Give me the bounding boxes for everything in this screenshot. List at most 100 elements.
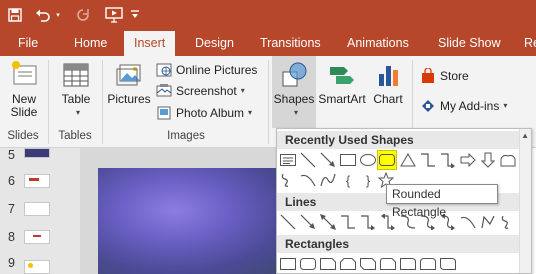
slide-thumbnail[interactable] <box>24 230 50 244</box>
rectangle-icon[interactable] <box>339 151 357 169</box>
online-pictures-button[interactable]: Online Pictures <box>156 60 257 80</box>
table-label: Table <box>61 92 91 106</box>
slide-thumbnail[interactable] <box>24 174 50 188</box>
undo-dropdown-icon[interactable]: ▾ <box>54 4 62 26</box>
screenshot-button[interactable]: Screenshot ▾ <box>156 81 245 101</box>
shapes-label: Shapes <box>273 92 315 106</box>
slide-number: 8 <box>8 230 15 244</box>
my-addins-label: My Add-ins <box>440 99 500 113</box>
chart-label: Chart <box>373 92 403 106</box>
new-slide-label-line2: Slide <box>10 105 38 119</box>
tab-transitions[interactable]: Transitions <box>258 30 323 56</box>
freeform-icon[interactable] <box>279 171 297 189</box>
new-slide-button[interactable]: New Slide <box>4 60 44 126</box>
smartart-button[interactable]: SmartArt <box>318 60 366 120</box>
slide-number: 7 <box>8 202 15 216</box>
slide-thumbnail[interactable] <box>24 148 50 158</box>
double-arrow-line-icon[interactable] <box>319 213 337 231</box>
snip-diagonal-corner-rectangle-icon[interactable] <box>359 255 377 273</box>
tab-design[interactable]: Design <box>193 30 236 56</box>
tab-slide-show[interactable]: Slide Show <box>436 30 503 56</box>
group-separator <box>48 60 49 144</box>
save-icon[interactable] <box>6 4 24 26</box>
elbow-connector-icon[interactable] <box>339 213 357 231</box>
customize-qat-icon[interactable] <box>128 4 142 26</box>
flowchart-icon[interactable] <box>499 151 517 169</box>
chart-button[interactable]: Chart <box>368 60 408 120</box>
snip-and-round-rectangle-icon[interactable] <box>379 255 397 273</box>
curve-icon[interactable] <box>459 213 477 231</box>
text-box-icon[interactable] <box>279 151 297 169</box>
rounded-rectangle-icon[interactable] <box>299 255 317 273</box>
elbow-arrow-connector-icon[interactable] <box>359 213 377 231</box>
tab-review[interactable]: Re <box>522 30 536 56</box>
title-bar: ▾ <box>0 0 536 30</box>
pictures-button[interactable]: Pictures <box>104 60 154 120</box>
group-separator <box>268 60 269 144</box>
shape-tooltip: Rounded Rectangle <box>386 184 498 219</box>
store-icon <box>422 68 434 83</box>
arc-icon[interactable] <box>319 171 337 189</box>
scroll-up-icon[interactable]: ▲ <box>521 131 529 140</box>
screenshot-icon <box>156 84 172 97</box>
snip-single-corner-rectangle-icon[interactable] <box>319 255 337 273</box>
store-button[interactable]: Store <box>420 66 469 86</box>
present-from-start-icon[interactable] <box>104 4 124 26</box>
right-brace-icon[interactable]: } <box>359 171 377 189</box>
my-addins-button[interactable]: My Add-ins ▾ <box>420 96 507 116</box>
arrow-line-icon[interactable] <box>319 151 337 169</box>
rounded-rectangle-icon[interactable] <box>377 150 397 170</box>
scribble-icon[interactable] <box>499 213 517 231</box>
redo-icon[interactable] <box>74 4 92 26</box>
oval-icon[interactable] <box>359 151 377 169</box>
triangle-icon[interactable] <box>399 151 417 169</box>
right-arrow-icon[interactable] <box>459 151 477 169</box>
elbow-arrow-connector-icon[interactable] <box>439 151 457 169</box>
round-diagonal-corner-rectangle-icon[interactable] <box>439 255 457 273</box>
pictures-label: Pictures <box>107 92 151 106</box>
tab-home[interactable]: Home <box>72 30 109 56</box>
line-icon[interactable] <box>279 213 297 231</box>
slide-number: 5 <box>8 148 15 162</box>
ribbon-tabs: File Home Insert Design Transitions Anim… <box>0 30 536 56</box>
group-label-images: Images <box>167 130 205 142</box>
left-brace-icon[interactable]: { <box>339 171 357 189</box>
recently-used-shapes-heading: Recently Used Shapes <box>277 131 519 149</box>
slide-number: 9 <box>8 256 15 270</box>
round-single-corner-rectangle-icon[interactable] <box>399 255 417 273</box>
shapes-icon <box>282 62 307 87</box>
down-arrow-icon[interactable] <box>479 151 497 169</box>
store-label: Store <box>440 69 469 83</box>
elbow-connector-icon[interactable] <box>419 151 437 169</box>
chevron-down-icon: ▾ <box>240 86 245 95</box>
slide-thumbnail[interactable] <box>24 202 50 216</box>
chevron-down-icon: ▾ <box>75 108 80 117</box>
slide-thumbnail[interactable] <box>24 260 50 274</box>
freeform-icon[interactable] <box>479 213 497 231</box>
tab-animations[interactable]: Animations <box>345 30 411 56</box>
current-slide[interactable] <box>98 168 288 274</box>
rectangle-icon[interactable] <box>279 255 297 273</box>
gallery-scrollbar[interactable]: ▲ <box>519 129 531 273</box>
photo-album-label: Photo Album <box>176 106 245 120</box>
round-same-side-corner-rectangle-icon[interactable] <box>419 255 437 273</box>
group-label-tables: Tables <box>58 130 92 142</box>
photo-album-button[interactable]: Photo Album ▾ <box>156 103 252 123</box>
photo-album-icon <box>157 106 171 120</box>
shapes-button[interactable]: Shapes ▾ <box>272 56 316 128</box>
new-slide-icon <box>12 61 37 85</box>
tab-file[interactable]: File <box>16 30 40 56</box>
chevron-down-icon: ▾ <box>503 101 508 110</box>
smartart-label: SmartArt <box>318 92 366 106</box>
chart-icon <box>379 66 398 86</box>
my-addins-icon <box>422 100 434 112</box>
chevron-down-icon: ▾ <box>248 108 253 117</box>
curve-icon[interactable] <box>299 171 317 189</box>
table-button[interactable]: Table ▾ <box>54 60 98 126</box>
snip-same-side-corner-rectangle-icon[interactable] <box>339 255 357 273</box>
pictures-icon <box>116 64 141 86</box>
line-icon[interactable] <box>299 151 317 169</box>
arrow-line-icon[interactable] <box>299 213 317 231</box>
tab-insert[interactable]: Insert <box>124 31 176 56</box>
undo-icon[interactable] <box>34 4 52 26</box>
